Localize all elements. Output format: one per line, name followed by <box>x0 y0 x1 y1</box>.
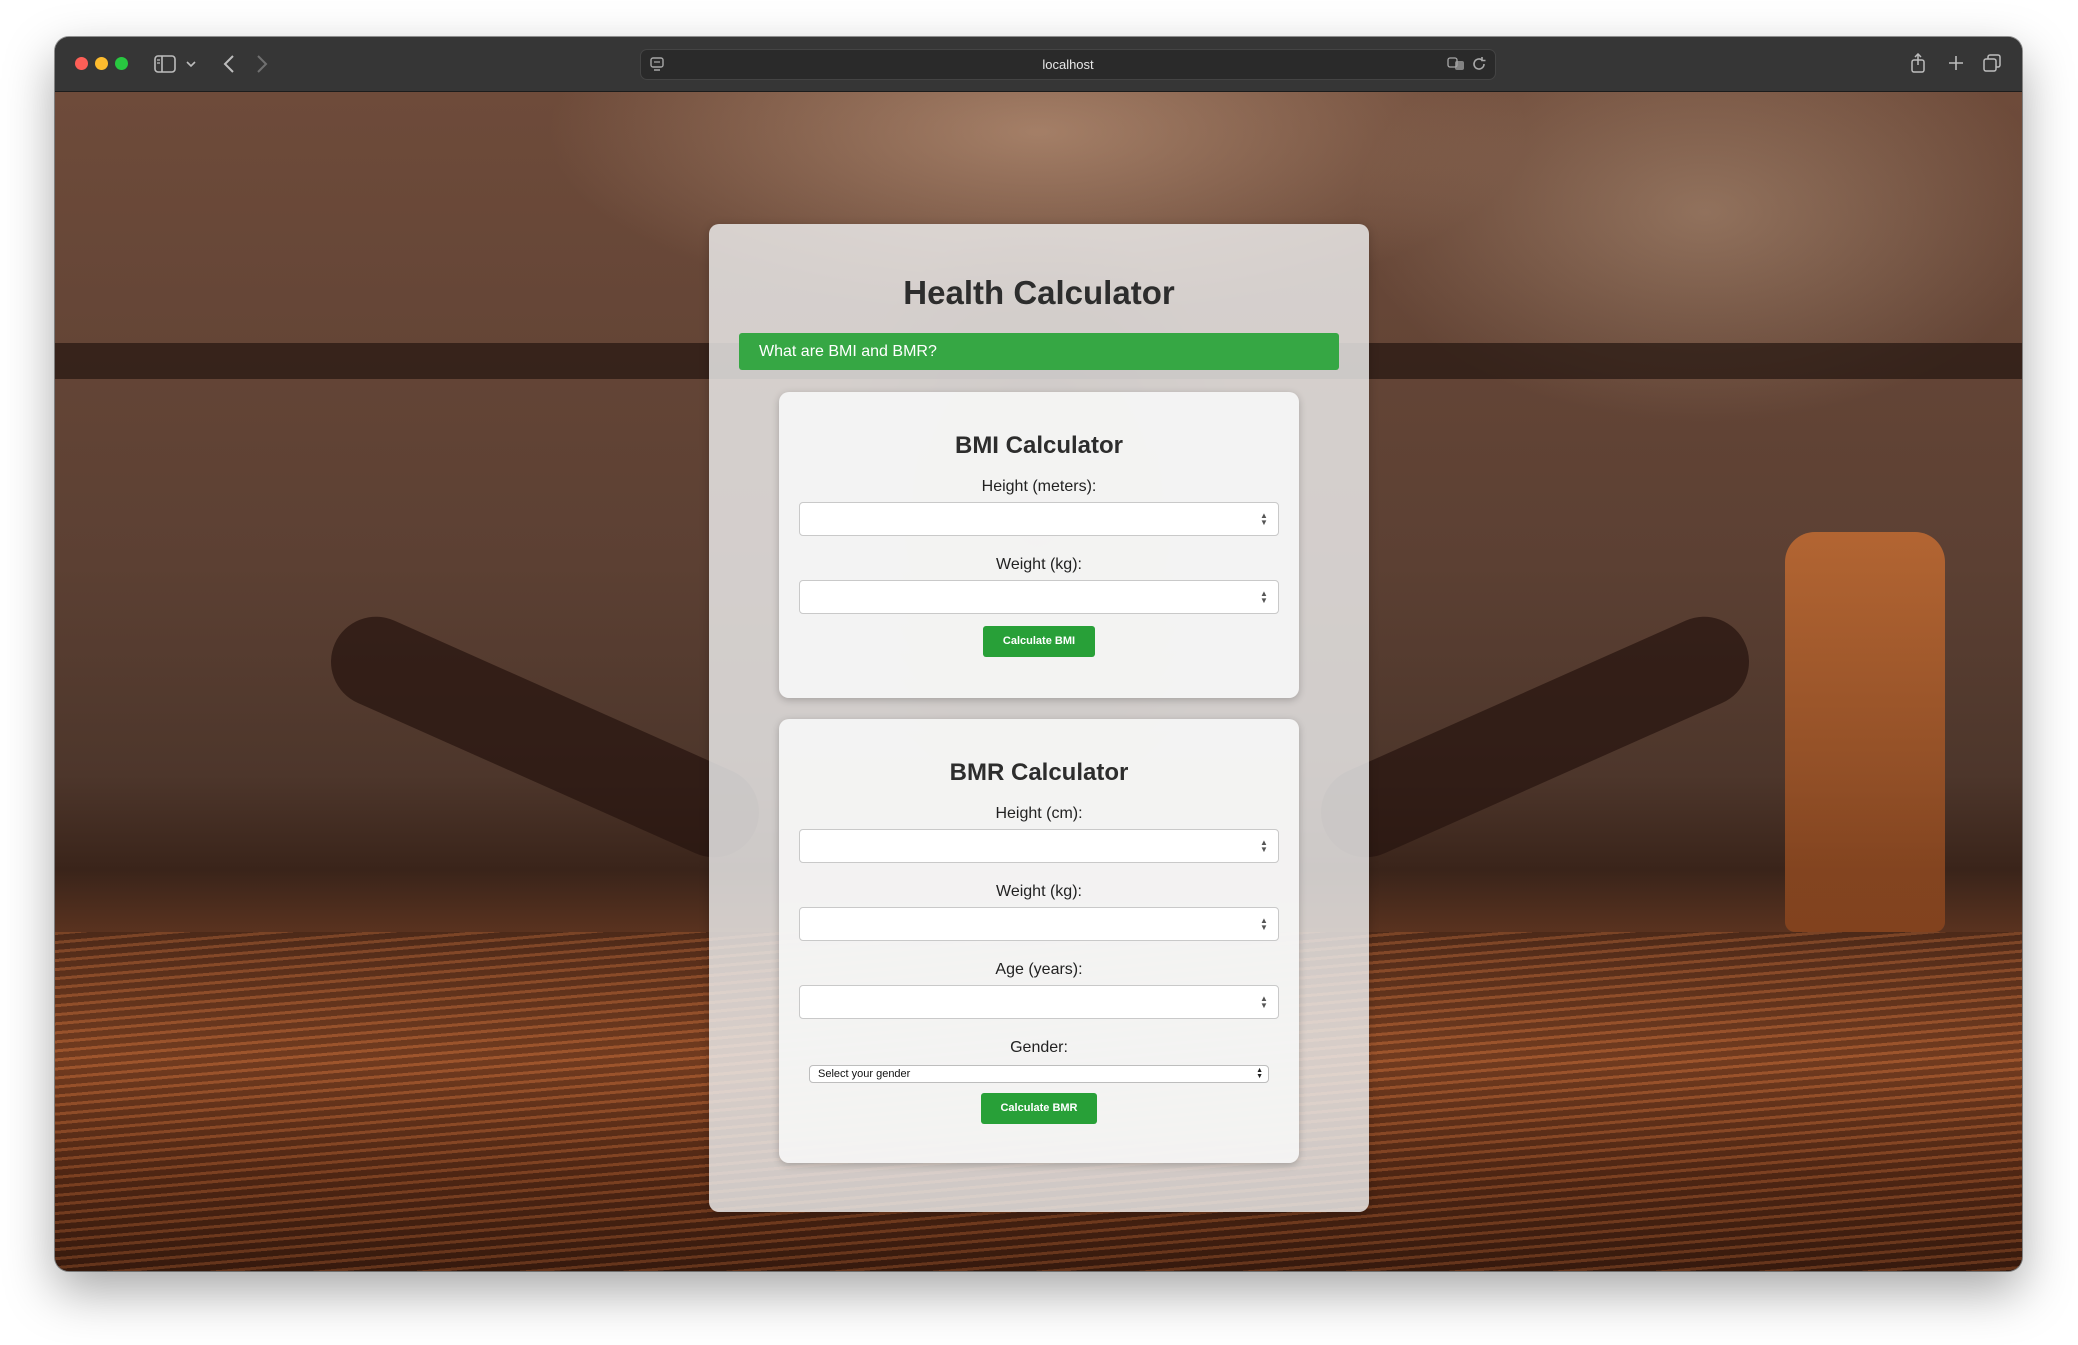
tab-overview-icon[interactable] <box>1981 52 2003 74</box>
forward-arrow-icon[interactable] <box>251 52 273 76</box>
health-calculator-card: Health Calculator What are BMI and BMR? … <box>709 224 1369 1212</box>
gender-selected-value: Select your gender <box>818 1068 911 1080</box>
background-photo-detail <box>1306 602 1764 872</box>
bmr-height-input[interactable]: ▲ ▼ <box>799 829 1279 863</box>
browser-toolbar: localhost <box>55 37 2022 92</box>
url-text[interactable]: localhost <box>641 57 1495 72</box>
bmr-weight-label: Weight (kg): <box>996 883 1082 900</box>
close-window-button[interactable] <box>75 57 88 70</box>
page-title: Health Calculator <box>903 274 1175 311</box>
bmi-height-label: Height (meters): <box>981 478 1097 495</box>
stepper-icon[interactable]: ▲ ▼ <box>1260 995 1268 1010</box>
stepper-icon[interactable]: ▲ ▼ <box>1260 839 1268 854</box>
browser-window: localhost Health Calculator What are BMI… <box>55 37 2022 1271</box>
bmr-height-label: Height (cm): <box>995 805 1083 822</box>
new-tab-icon[interactable] <box>1945 52 1967 74</box>
calculate-bmi-button[interactable]: Calculate BMI <box>983 626 1095 657</box>
stepper-icon[interactable]: ▲ ▼ <box>1260 512 1268 527</box>
share-icon[interactable] <box>1908 51 1928 75</box>
calculate-bmr-button[interactable]: Calculate BMR <box>981 1093 1097 1124</box>
stepper-icon[interactable]: ▲ ▼ <box>1260 590 1268 605</box>
reload-icon[interactable] <box>1471 56 1487 72</box>
select-arrows-icon: ▲ ▼ <box>1256 1067 1263 1080</box>
bmi-weight-input[interactable]: ▲ ▼ <box>799 580 1279 614</box>
bmi-height-input[interactable]: ▲ ▼ <box>799 502 1279 536</box>
bmr-weight-input[interactable]: ▲ ▼ <box>799 907 1279 941</box>
back-arrow-icon[interactable] <box>218 52 240 76</box>
chevron-down-icon[interactable] <box>184 56 198 72</box>
background-photo-detail <box>1785 532 1945 932</box>
zoom-window-button[interactable] <box>115 57 128 70</box>
bmi-calculator-card: BMI Calculator Height (meters): ▲ ▼ Weigh… <box>779 392 1299 698</box>
address-bar[interactable]: localhost <box>640 49 1496 80</box>
gender-select[interactable]: Select your gender ▲ ▼ <box>809 1065 1269 1083</box>
sidebar-icon[interactable] <box>153 53 177 75</box>
minimize-window-button[interactable] <box>95 57 108 70</box>
bmr-age-label: Age (years): <box>995 961 1083 978</box>
bmr-age-input[interactable]: ▲ ▼ <box>799 985 1279 1019</box>
stepper-icon[interactable]: ▲ ▼ <box>1260 917 1268 932</box>
bmr-title: BMR Calculator <box>949 759 1129 786</box>
bmi-weight-label: Weight (kg): <box>996 556 1082 573</box>
translate-icon[interactable] <box>1447 56 1465 72</box>
info-toggle-button[interactable]: What are BMI and BMR? <box>739 333 1339 370</box>
bmr-calculator-card: BMR Calculator Height (cm): ▲ ▼ Weight (k… <box>779 719 1299 1163</box>
page-viewport: Health Calculator What are BMI and BMR? … <box>55 92 2022 1271</box>
bmi-title: BMI Calculator <box>954 432 1124 459</box>
background-photo-detail <box>316 602 774 872</box>
bmr-gender-label: Gender: <box>1010 1039 1068 1056</box>
